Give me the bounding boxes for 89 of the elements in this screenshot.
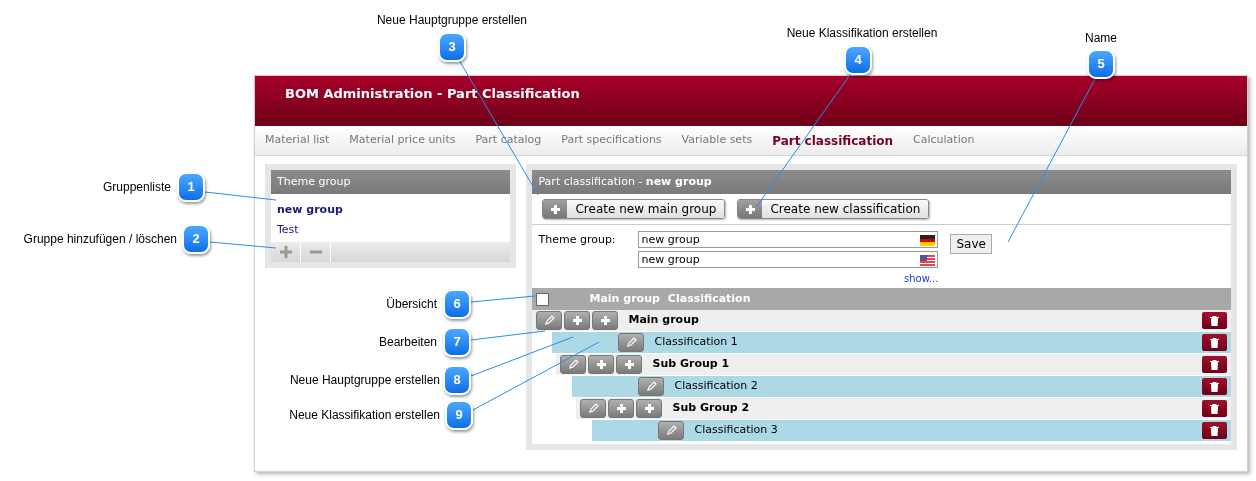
callout-label: Gruppenliste [102,180,171,194]
edit-button[interactable] [658,421,685,440]
minus-icon [309,250,322,254]
group-list-item[interactable]: Test [271,220,511,240]
add-group-button[interactable] [608,399,635,418]
save-button[interactable]: Save [950,234,992,254]
panel-title: Theme group [271,170,511,194]
edit-button[interactable] [580,399,607,418]
callout-label: Neue Hauptgruppe erstellen [289,373,440,387]
show-link[interactable]: show... [904,271,939,286]
column-header: Main group [589,290,660,307]
pencil-icon [544,315,555,326]
us-flag-icon [920,255,936,266]
nav-tab[interactable]: Material price units [349,132,456,149]
nav-tab[interactable]: Variable sets [681,132,753,149]
field-label: Theme group: [538,232,617,248]
trash-icon [1210,315,1219,326]
edit-button[interactable] [618,333,645,352]
plus-icon [625,360,634,369]
callout-label: Übersicht [386,297,437,311]
callout-badge: 3 [438,32,466,62]
pencil-icon [666,425,677,436]
callout-label: Neue Klassifikation erstellen [289,408,440,422]
callout-badge: 4 [844,45,872,75]
callout-label: Gruppe hinzufügen / löschen [23,232,177,246]
callout-badge: 1 [177,172,205,202]
add-group-button[interactable] [588,355,615,374]
delete-button[interactable] [1202,312,1227,329]
callout-badge: 7 [443,327,471,357]
plus-icon [551,204,560,214]
plus-icon [601,316,610,325]
callout-label: Neue Hauptgruppe erstellen [376,13,528,27]
delete-button[interactable] [1202,400,1227,417]
plus-icon [617,404,626,413]
column-header: Classification [667,290,751,307]
group-list-item[interactable]: new group [271,200,511,220]
german-flag-icon [920,235,936,246]
group-name: Main group [628,312,700,329]
app-title: BOM Administration - Part Classification [285,85,581,103]
pencil-icon [588,403,599,414]
delete-button[interactable] [1202,378,1227,395]
edit-button[interactable] [536,311,563,330]
callout-badge: 6 [443,289,471,319]
delete-button[interactable] [1202,334,1227,351]
add-classification-button[interactable] [616,355,643,374]
classification-name: Classification 2 [674,378,759,395]
text-input[interactable]: new group [638,251,939,268]
leader-line [470,295,536,303]
edit-button[interactable] [560,355,587,374]
create-button[interactable]: Create new main group [542,199,726,219]
pencil-icon [568,359,579,370]
plus-icon [597,360,606,369]
add-classification-button[interactable] [592,311,619,330]
callout-badge: 5 [1087,49,1115,79]
pencil-icon [626,337,637,348]
nav-tab[interactable]: Part specifications [561,132,662,149]
trash-icon [1210,403,1219,414]
classification-name: Classification 1 [654,334,739,351]
nav-tab[interactable]: Calculation [913,132,975,149]
trash-icon [1210,359,1219,370]
callout-badge: 8 [443,365,471,395]
group-name: Sub Group 1 [652,356,731,373]
trash-icon [1210,425,1219,436]
panel-title: Part classification - new group [538,173,712,190]
delete-button[interactable] [1202,356,1227,373]
plus-icon [645,404,654,413]
pencil-icon [646,381,657,392]
plus-icon [573,316,582,325]
plus-icon [279,246,292,258]
create-button[interactable]: Create new classification [737,199,930,219]
leader-line [209,241,277,249]
callout-label: Bearbeiten [378,335,437,349]
group-name: Sub Group 2 [672,400,751,417]
delete-button[interactable] [1202,422,1227,439]
trash-icon [1210,337,1219,348]
edit-button[interactable] [638,377,665,396]
add-classification-button[interactable] [636,399,663,418]
nav-tab[interactable]: Part classification [772,131,894,150]
callout-label: Name [1085,31,1117,45]
callout-label: Neue Klassifikation erstellen [786,26,938,40]
trash-icon [1210,381,1219,392]
callout-badge: 9 [445,400,473,430]
nav-tab[interactable]: Material list [265,132,330,149]
plus-icon [745,204,755,214]
add-group-button[interactable] [564,311,591,330]
text-input[interactable]: new group [638,231,939,248]
checkbox[interactable] [536,292,550,306]
classification-name: Classification 3 [694,422,779,439]
callout-badge: 2 [182,224,210,254]
